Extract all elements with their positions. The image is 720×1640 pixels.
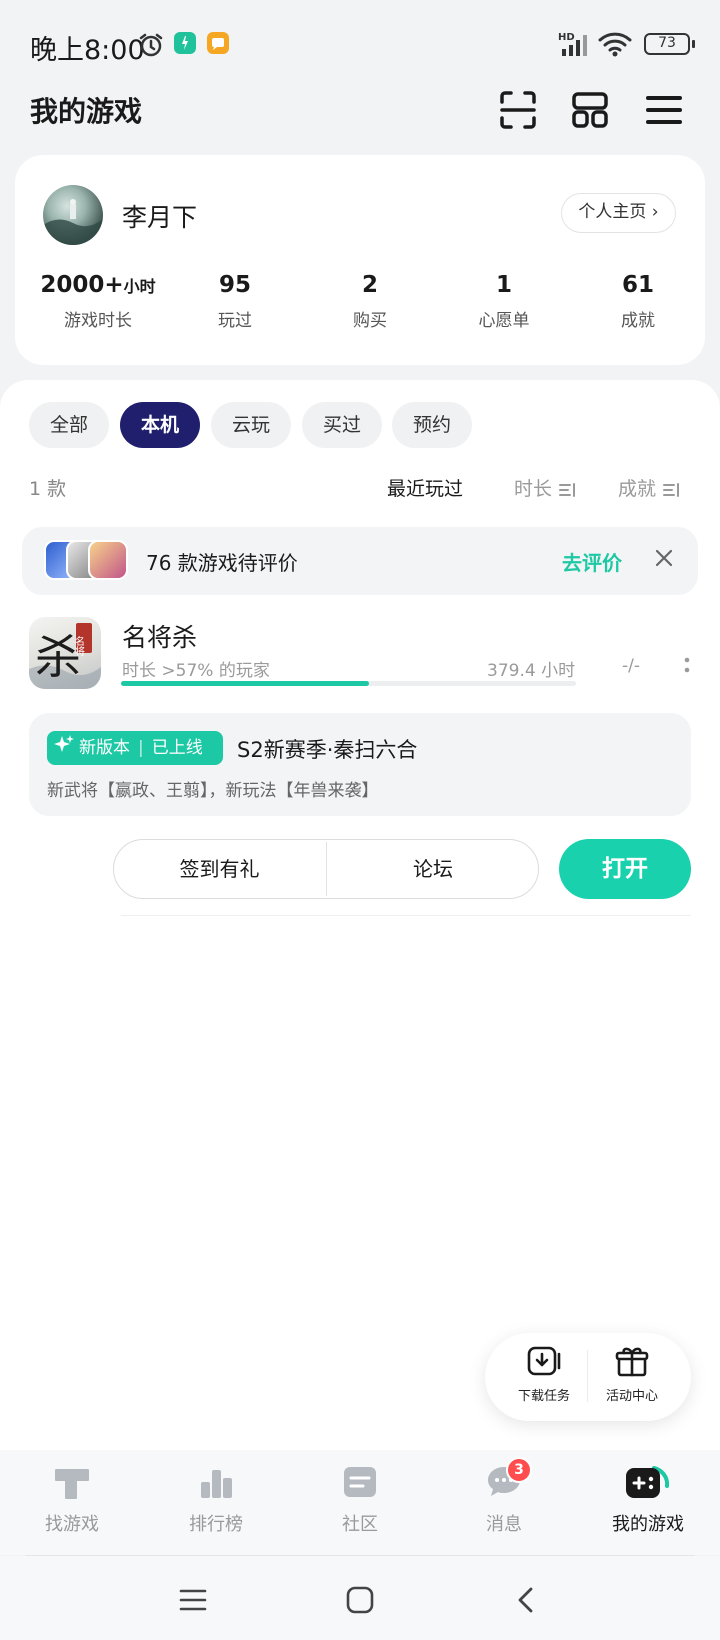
scan-icon[interactable] <box>494 86 542 134</box>
game-app-icon[interactable]: 杀 名将 <box>29 617 101 689</box>
sort-duration-label: 时长 <box>514 478 553 500</box>
sort-icon <box>558 478 576 500</box>
ranking-icon <box>196 1470 236 1506</box>
review-prompt-text: 76 款游戏待评价 <box>146 551 298 575</box>
app-notification-icon <box>173 31 201 59</box>
close-icon[interactable] <box>652 546 676 570</box>
username: 李月下 <box>122 203 198 232</box>
download-icon <box>526 1346 562 1381</box>
stat-playtime[interactable]: 2000+小时 游戏时长 <box>28 272 168 331</box>
nav-my-games[interactable]: 我的游戏 <box>576 1462 720 1536</box>
game-count: 1 款 <box>29 478 67 500</box>
wifi-icon <box>598 30 632 62</box>
sort-achievement[interactable]: 成就 <box>618 474 680 501</box>
playtime-rank-text: 时长 >57% 的玩家 <box>122 661 270 681</box>
sort-icon <box>662 478 680 500</box>
news-description: 新武将【嬴政、王翦】，新玩法【年兽来袭】 <box>47 781 379 801</box>
download-tasks-button[interactable]: 下载任务 <box>499 1345 589 1404</box>
open-game-button[interactable]: 打开 <box>559 839 691 899</box>
nav-find-game[interactable]: 找游戏 <box>0 1462 144 1536</box>
message-count-badge: 3 <box>506 1457 532 1483</box>
playtime-hours: 379.4 小时 <box>487 661 576 681</box>
forum-button[interactable]: 论坛 <box>327 839 539 899</box>
message-app-icon <box>206 31 234 59</box>
more-options-icon[interactable] <box>683 656 691 676</box>
review-action-link[interactable]: 去评价 <box>562 547 622 576</box>
find-game-icon <box>52 1469 92 1506</box>
stat-wishlist[interactable]: 1 心愿单 <box>434 272 574 331</box>
profile-card <box>15 155 705 365</box>
stat-achievements[interactable]: 61 成就 <box>568 272 708 331</box>
nav-ranking[interactable]: 排行榜 <box>144 1462 288 1536</box>
stat-purchased[interactable]: 2 购买 <box>300 272 440 331</box>
new-version-badge: 新版本 | 已上线 <box>47 731 223 765</box>
svg-text:HD: HD <box>558 32 575 43</box>
sort-recent[interactable]: 最近玩过 <box>387 474 463 501</box>
achievement-score: -/- <box>622 656 640 676</box>
recent-apps-icon[interactable] <box>176 1583 210 1617</box>
menu-icon[interactable] <box>640 86 688 134</box>
homepage-label: 个人主页 <box>578 202 647 222</box>
game-title[interactable]: 名将杀 <box>122 618 197 654</box>
page-title: 我的游戏 <box>30 95 143 128</box>
alarm-icon <box>137 31 165 59</box>
community-icon <box>340 1467 380 1506</box>
battery-indicator: 73 <box>644 33 695 55</box>
sort-achievement-label: 成就 <box>618 478 657 500</box>
activity-center-button[interactable]: 活动中心 <box>587 1345 677 1404</box>
message-icon <box>484 1467 524 1506</box>
signal-icon: HD <box>558 30 592 62</box>
home-icon[interactable] <box>343 1583 377 1617</box>
game-thumbnail <box>88 540 128 580</box>
divider <box>121 915 691 916</box>
tab-cloud[interactable]: 云玩 <box>211 402 291 448</box>
gift-icon <box>615 1347 649 1381</box>
tab-all[interactable]: 全部 <box>29 402 109 448</box>
news-title: S2新赛季·秦扫六合 <box>237 738 418 762</box>
nav-messages[interactable]: 消息 <box>432 1462 576 1536</box>
chevron-right-icon: › <box>651 202 659 222</box>
playtime-progress-bar <box>121 681 576 686</box>
checkin-button[interactable]: 签到有礼 <box>113 839 326 899</box>
sort-duration[interactable]: 时长 <box>514 474 576 501</box>
tab-reserved[interactable]: 预约 <box>392 402 472 448</box>
sparkle-icon <box>53 731 79 765</box>
gamepad-icon <box>624 1466 672 1506</box>
homepage-button[interactable]: 个人主页 › <box>561 193 676 233</box>
back-icon[interactable] <box>510 1583 544 1617</box>
tab-local[interactable]: 本机 <box>120 402 200 448</box>
tab-purchased[interactable]: 买过 <box>302 402 382 448</box>
playtime-progress-fill <box>121 681 369 686</box>
avatar[interactable] <box>43 185 103 245</box>
stat-played[interactable]: 95 玩过 <box>165 272 305 331</box>
layout-grid-icon[interactable] <box>566 86 614 134</box>
nav-community[interactable]: 社区 <box>288 1462 432 1536</box>
svg-text:名将: 名将 <box>73 635 85 656</box>
status-time: 晚上8:00 <box>30 35 145 66</box>
